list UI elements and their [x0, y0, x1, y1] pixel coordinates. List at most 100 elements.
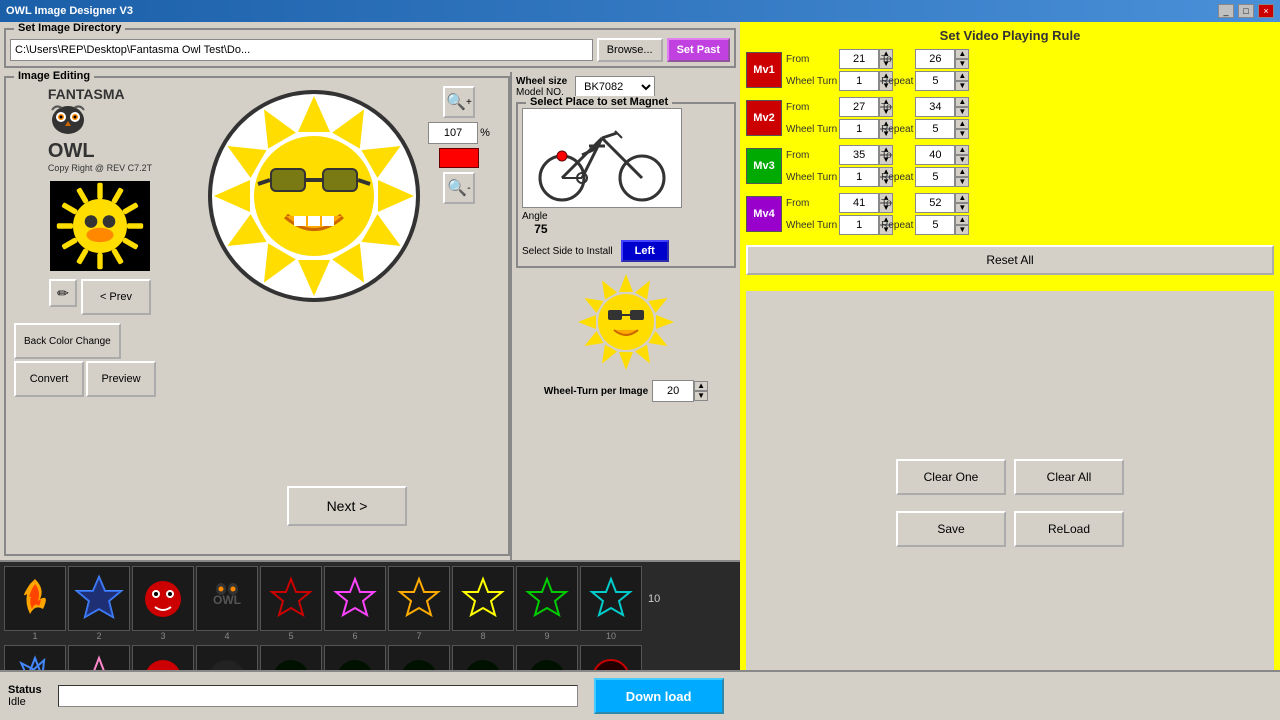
gallery-item-7[interactable] — [388, 566, 450, 631]
gallery-item-4[interactable]: OWL — [196, 566, 258, 631]
mv-repeat-up-mv1[interactable]: ▲ — [955, 71, 969, 81]
wheel-turn-down[interactable]: ▼ — [694, 391, 708, 401]
left-side-button[interactable]: Left — [621, 240, 669, 262]
progress-bar — [58, 685, 578, 707]
prev-button[interactable]: < Prev — [81, 279, 151, 315]
mv-repeat-down-mv3[interactable]: ▼ — [955, 177, 969, 187]
wheel-turn-up[interactable]: ▲ — [694, 381, 708, 391]
label-2: 2 — [68, 631, 130, 641]
image-editing-title: Image Editing — [14, 70, 94, 82]
mv-repeat-mv1[interactable] — [915, 71, 955, 91]
mv-to-up-mv3[interactable]: ▲ — [955, 145, 969, 155]
gallery-item-10[interactable] — [580, 566, 642, 631]
mv-to-mv2[interactable] — [915, 97, 955, 117]
red-indicator — [439, 148, 479, 168]
mv-row-mv1: Mv1 From ▲ ▼ To ▲ ▼ Wheel Turn — [746, 49, 1274, 91]
mv-wheelturn-mv2[interactable] — [839, 119, 879, 139]
label-7: 7 — [388, 631, 450, 641]
mv-repeat-mv3[interactable] — [915, 167, 955, 187]
mv-from-mv4[interactable] — [839, 193, 879, 213]
download-button[interactable]: Down load — [594, 678, 724, 714]
label-6: 6 — [324, 631, 386, 641]
label-4: 4 — [196, 631, 258, 641]
back-color-button[interactable]: Back Color Change — [14, 323, 121, 359]
maximize-button[interactable]: □ — [1238, 4, 1254, 18]
gallery-item-6[interactable] — [324, 566, 386, 631]
mv-to-up-mv1[interactable]: ▲ — [955, 49, 969, 59]
gallery-item-3[interactable] — [132, 566, 194, 631]
app-title: OWL Image Designer V3 — [6, 5, 133, 17]
save-button[interactable]: Save — [896, 511, 1006, 547]
gallery-item-8[interactable] — [452, 566, 514, 631]
mv-repeat-down-mv4[interactable]: ▼ — [955, 225, 969, 235]
mv-to-mv3[interactable] — [915, 145, 955, 165]
mv-to-down-mv1[interactable]: ▼ — [955, 59, 969, 69]
percentage-input[interactable] — [428, 122, 478, 144]
mv-to-down-mv4[interactable]: ▼ — [955, 203, 969, 213]
mv-to-down-mv2[interactable]: ▼ — [955, 107, 969, 117]
preview-button[interactable]: Preview — [86, 361, 156, 397]
path-input[interactable] — [10, 39, 593, 61]
mv-repeat-up-mv3[interactable]: ▲ — [955, 167, 969, 177]
zoom-in-button[interactable]: 🔍+ — [443, 86, 475, 118]
mv-row-mv4: Mv4 From ▲ ▼ To ▲ ▼ Wheel Turn — [746, 193, 1274, 235]
image-directory-group: Set Image Directory Browse... Set Past — [4, 28, 736, 68]
clear-one-button[interactable]: Clear One — [896, 459, 1006, 495]
label-5: 5 — [260, 631, 322, 641]
mv-to-up-mv2[interactable]: ▲ — [955, 97, 969, 107]
mv-from-mv2[interactable] — [839, 97, 879, 117]
mv-badge-mv2: Mv2 — [746, 100, 782, 136]
zoom-out-button[interactable]: 🔍- — [443, 172, 475, 204]
gallery-item-1[interactable] — [4, 566, 66, 631]
mv-repeat-down-mv1[interactable]: ▼ — [955, 81, 969, 91]
gallery-item-2[interactable] — [68, 566, 130, 631]
mv-to-up-mv4[interactable]: ▲ — [955, 193, 969, 203]
bike-svg — [527, 113, 677, 203]
label-8: 8 — [452, 631, 514, 641]
close-button[interactable]: × — [1258, 4, 1274, 18]
mv-wheelturn-mv4[interactable] — [839, 215, 879, 235]
convert-button[interactable]: Convert — [14, 361, 84, 397]
mv-repeat-up-mv4[interactable]: ▲ — [955, 215, 969, 225]
save-btn-row: Save ReLoad — [754, 511, 1266, 547]
model-select[interactable]: BK7082 — [575, 76, 655, 98]
mv-fields-mv3: From ▲ ▼ To ▲ ▼ Wheel Turn ▲ — [786, 145, 955, 187]
mv-wheelturn-mv3[interactable] — [839, 167, 879, 187]
video-rule-title: Set Video Playing Rule — [746, 28, 1274, 43]
mv-wheelturn-mv1[interactable] — [839, 71, 879, 91]
reset-all-button[interactable]: Reset All — [746, 245, 1274, 275]
mv-from-mv1[interactable] — [839, 49, 879, 69]
mv-to-mv1[interactable] — [915, 49, 955, 69]
browse-button[interactable]: Browse... — [597, 38, 663, 62]
gallery-item-9[interactable] — [516, 566, 578, 631]
next-button[interactable]: Next > — [287, 486, 407, 526]
angle-display-label: Angle — [522, 211, 548, 222]
clear-all-button[interactable]: Clear All — [1014, 459, 1124, 495]
mv-from-mv3[interactable] — [839, 145, 879, 165]
gallery-item-5[interactable] — [260, 566, 322, 631]
reload-button[interactable]: ReLoad — [1014, 511, 1124, 547]
status-bar: Status Idle Down load — [0, 670, 1280, 720]
wheel-turn-row: Wheel-Turn per Image ▲ ▼ — [544, 380, 708, 402]
wheel-turn-input[interactable] — [652, 380, 694, 402]
row1-num: 10 — [644, 593, 664, 605]
mv-to-down-mv3[interactable]: ▼ — [955, 155, 969, 165]
set-past-button[interactable]: Set Past — [667, 38, 730, 62]
mv-to-mv4[interactable] — [915, 193, 955, 213]
gallery-row-1: OWL — [0, 562, 740, 631]
image-directory-title: Set Image Directory — [14, 22, 125, 34]
minimize-button[interactable]: _ — [1218, 4, 1234, 18]
pencil-icon[interactable]: ✏ — [49, 279, 77, 307]
mv-repeat-up-mv2[interactable]: ▲ — [955, 119, 969, 129]
svg-text:OWL: OWL — [213, 593, 241, 607]
title-bar: OWL Image Designer V3 _ □ × — [0, 0, 1280, 22]
mv-repeat-mv2[interactable] — [915, 119, 955, 139]
sun-thumbnail — [50, 181, 150, 271]
mv-repeat-down-mv2[interactable]: ▼ — [955, 129, 969, 139]
mv-repeat-mv4[interactable] — [915, 215, 955, 235]
label-10: 10 — [580, 631, 642, 641]
mv-badge-mv1: Mv1 — [746, 52, 782, 88]
magnet-title: Select Place to set Magnet — [526, 96, 672, 108]
pct-label: % — [480, 127, 490, 139]
window-controls[interactable]: _ □ × — [1218, 4, 1274, 18]
